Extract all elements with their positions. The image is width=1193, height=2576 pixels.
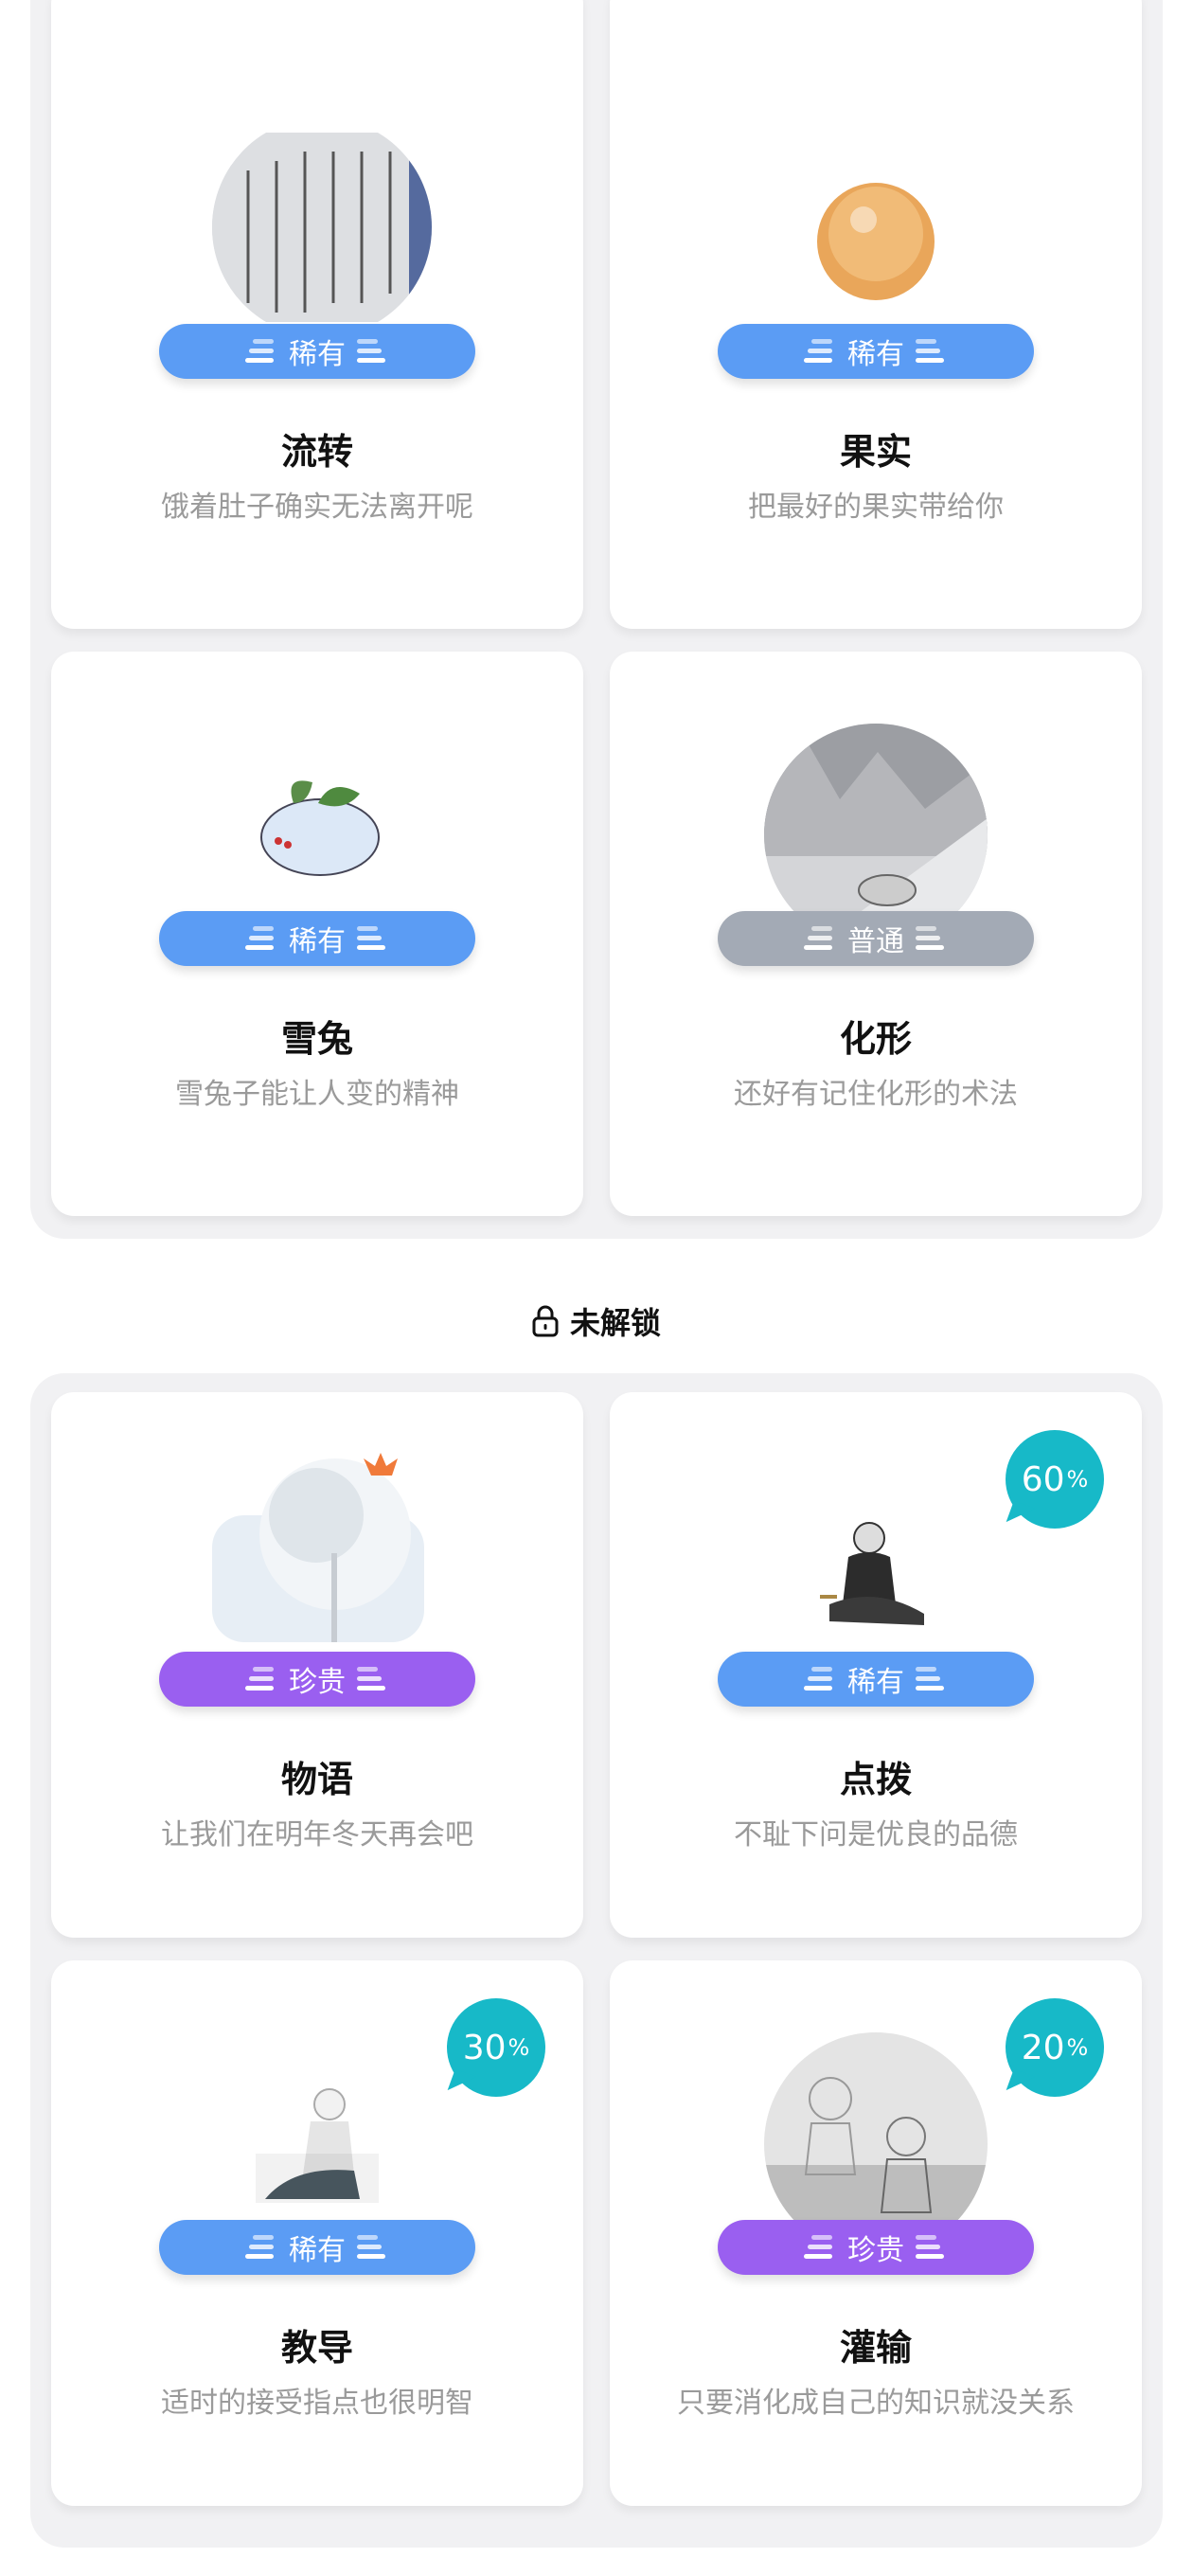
collection-card[interactable]: 稀有 雪兔 雪兔子能让人变的精神	[51, 652, 583, 1216]
card-title: 灌输	[839, 2327, 912, 2369]
stripes-right-icon	[357, 1667, 385, 1690]
misty-forest-image	[764, 724, 988, 913]
stripes-left-icon	[804, 926, 832, 950]
snow-tree-image	[212, 1453, 424, 1642]
stripes-left-icon	[245, 2235, 274, 2259]
progress-unit: %	[1066, 1466, 1089, 1493]
rarity-badge: 珍贵	[718, 2220, 1034, 2275]
rarity-label: 稀有	[289, 925, 346, 958]
card-description: 适时的接受指点也很明智	[161, 2387, 473, 2420]
locked-collection-panel: 珍贵 物语 让我们在明年冬天再会吧 60% 稀有 点拨 不耻下问是优良的品德 3…	[30, 1373, 1163, 2548]
card-description: 饿着肚子确实无法离开呢	[161, 491, 473, 524]
collection-card[interactable]: 普通 化形 还好有记住化形的术法	[610, 652, 1142, 1216]
stripes-left-icon	[245, 926, 274, 950]
progress-value: 60	[1021, 1459, 1065, 1499]
rarity-label: 普通	[847, 925, 904, 958]
card-title: 流转	[280, 431, 353, 473]
progress-unit: %	[507, 2034, 530, 2061]
card-description: 还好有记住化形的术法	[734, 1078, 1018, 1111]
lock-icon	[532, 1305, 559, 1337]
stripes-right-icon	[357, 926, 385, 950]
rarity-badge: 普通	[718, 911, 1034, 966]
snow-rabbit-image	[260, 780, 380, 876]
card-description: 雪兔子能让人变的精神	[175, 1078, 459, 1111]
rarity-label: 稀有	[847, 1666, 904, 1699]
locked-section-label: 未解锁	[569, 1305, 661, 1341]
locked-section-header: 未解锁	[0, 1299, 1193, 1343]
progress-value: 20	[1021, 2028, 1065, 2067]
rarity-label: 稀有	[289, 338, 346, 371]
card-title: 点拨	[839, 1759, 912, 1800]
unlocked-collection-panel: 稀有 流转 饿着肚子确实无法离开呢 稀有 果实 把最好的果实带给你 稀有 雪兔 …	[30, 0, 1163, 1239]
card-description: 只要消化成自己的知识就没关系	[677, 2387, 1075, 2420]
stripes-left-icon	[245, 339, 274, 363]
rarity-label: 稀有	[289, 2234, 346, 2267]
rarity-badge: 稀有	[718, 324, 1034, 379]
collection-card[interactable]: 稀有 流转 饿着肚子确实无法离开呢	[51, 0, 583, 629]
progress-value: 30	[462, 2028, 507, 2067]
rarity-label: 珍贵	[847, 2234, 904, 2267]
rarity-badge: 稀有	[159, 324, 475, 379]
stripes-left-icon	[804, 339, 832, 363]
stripes-right-icon	[916, 2235, 944, 2259]
poem-scroll-image	[212, 133, 432, 322]
progress-bubble: 20%	[1006, 1998, 1104, 2097]
stripes-right-icon	[916, 339, 944, 363]
stripes-right-icon	[357, 339, 385, 363]
card-description: 让我们在明年冬天再会吧	[161, 1818, 473, 1852]
collection-card[interactable]: 珍贵 物语 让我们在明年冬天再会吧	[51, 1392, 583, 1938]
collection-card[interactable]: 30% 稀有 教导 适时的接受指点也很明智	[51, 1960, 583, 2506]
kneeling-figure-image	[256, 2080, 379, 2203]
stripes-left-icon	[804, 2235, 832, 2259]
sketch-children-image	[764, 2032, 988, 2222]
collection-card[interactable]: 稀有 果实 把最好的果实带给你	[610, 0, 1142, 629]
card-title: 果实	[839, 431, 912, 473]
card-title: 化形	[839, 1018, 912, 1060]
stripes-left-icon	[804, 1667, 832, 1690]
card-title: 雪兔	[280, 1018, 353, 1060]
rarity-label: 稀有	[847, 338, 904, 371]
progress-bubble: 30%	[447, 1998, 545, 2097]
card-description: 把最好的果实带给你	[748, 491, 1004, 524]
collection-card[interactable]: 60% 稀有 点拨 不耻下问是优良的品德	[610, 1392, 1142, 1938]
rarity-badge: 稀有	[159, 911, 475, 966]
fruit-image	[817, 183, 935, 300]
card-title: 物语	[280, 1759, 353, 1800]
progress-unit: %	[1066, 2034, 1089, 2061]
progress-bubble: 60%	[1006, 1430, 1104, 1529]
stripes-right-icon	[916, 1667, 944, 1690]
card-description: 不耻下问是优良的品德	[734, 1818, 1018, 1852]
rarity-badge: 珍贵	[159, 1652, 475, 1707]
rarity-badge: 稀有	[718, 1652, 1034, 1707]
stripes-right-icon	[357, 2235, 385, 2259]
stripes-left-icon	[245, 1667, 274, 1690]
collection-card[interactable]: 20% 珍贵 灌输 只要消化成自己的知识就没关系	[610, 1960, 1142, 2506]
rarity-label: 珍贵	[289, 1666, 346, 1699]
sitting-figure-image	[820, 1522, 924, 1625]
rarity-badge: 稀有	[159, 2220, 475, 2275]
card-title: 教导	[280, 2327, 353, 2369]
stripes-right-icon	[916, 926, 944, 950]
